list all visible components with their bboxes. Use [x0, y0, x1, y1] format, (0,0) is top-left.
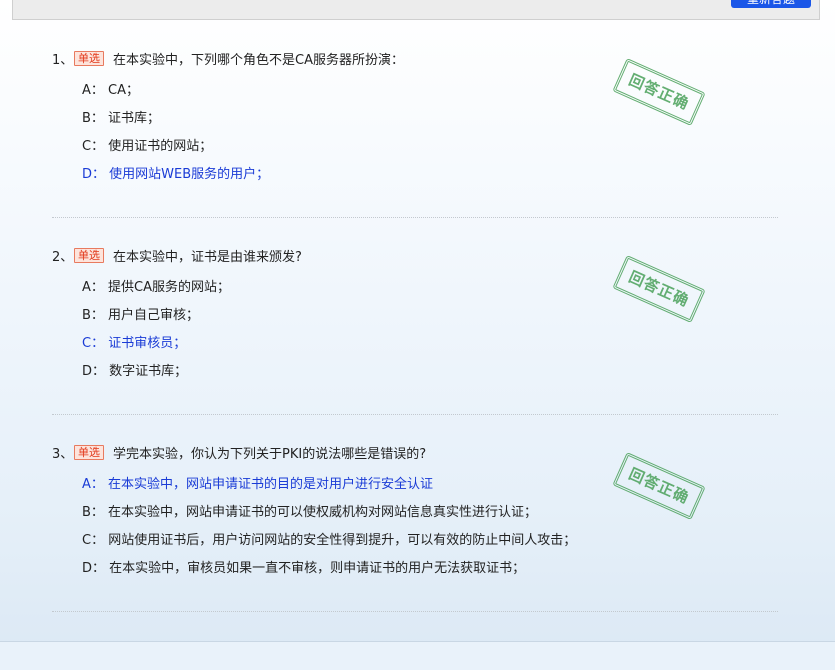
question-text: 学完本实验，你认为下列关于PKI的说法哪些是错误的? [113, 446, 427, 462]
question-number: 1、 [52, 52, 74, 68]
question-type-badge: 单选 [74, 444, 104, 460]
question-header: 2、 单选 在本实验中，证书是由谁来颁发? [52, 246, 778, 265]
question-1: 1、 单选 在本实验中，下列哪个角色不是CA服务器所扮演： A： CA； B： … [52, 49, 778, 195]
question-2: 2、 单选 在本实验中，证书是由谁来颁发? A： 提供CA服务的网站； B： 用… [52, 246, 778, 392]
option-d[interactable]: D： 数字证书库； [82, 364, 778, 392]
question-text: 在本实验中，下列哪个角色不是CA服务器所扮演： [113, 52, 404, 68]
question-type-badge: 单选 [74, 50, 104, 66]
question-3: 3、 单选 学完本实验，你认为下列关于PKI的说法哪些是错误的? A： 在本实验… [52, 443, 778, 589]
divider [52, 414, 778, 415]
option-c[interactable]: C： 网站使用证书后，用户访问网站的安全性得到提升，可以有效的防止中间人攻击； [82, 533, 778, 561]
question-header: 1、 单选 在本实验中，下列哪个角色不是CA服务器所扮演： [52, 49, 778, 68]
option-d[interactable]: D： 在本实验中，审核员如果一直不审核，则申请证书的用户无法获取证书； [82, 561, 778, 589]
footer-bar [0, 641, 835, 670]
question-header: 3、 单选 学完本实验，你认为下列关于PKI的说法哪些是错误的? [52, 443, 778, 462]
question-number: 2、 [52, 249, 74, 265]
divider [52, 611, 778, 612]
retry-button[interactable]: 重新答题 [731, 0, 811, 8]
option-c[interactable]: C： 使用证书的网站； [82, 139, 778, 167]
top-toolbar: 重新答题 [12, 0, 820, 20]
question-number: 3、 [52, 446, 74, 462]
question-type-badge: 单选 [74, 247, 104, 263]
option-c[interactable]: C： 证书审核员； [82, 336, 778, 364]
divider [52, 217, 778, 218]
question-text: 在本实验中，证书是由谁来颁发? [113, 249, 302, 265]
option-d[interactable]: D： 使用网站WEB服务的用户； [82, 167, 778, 195]
